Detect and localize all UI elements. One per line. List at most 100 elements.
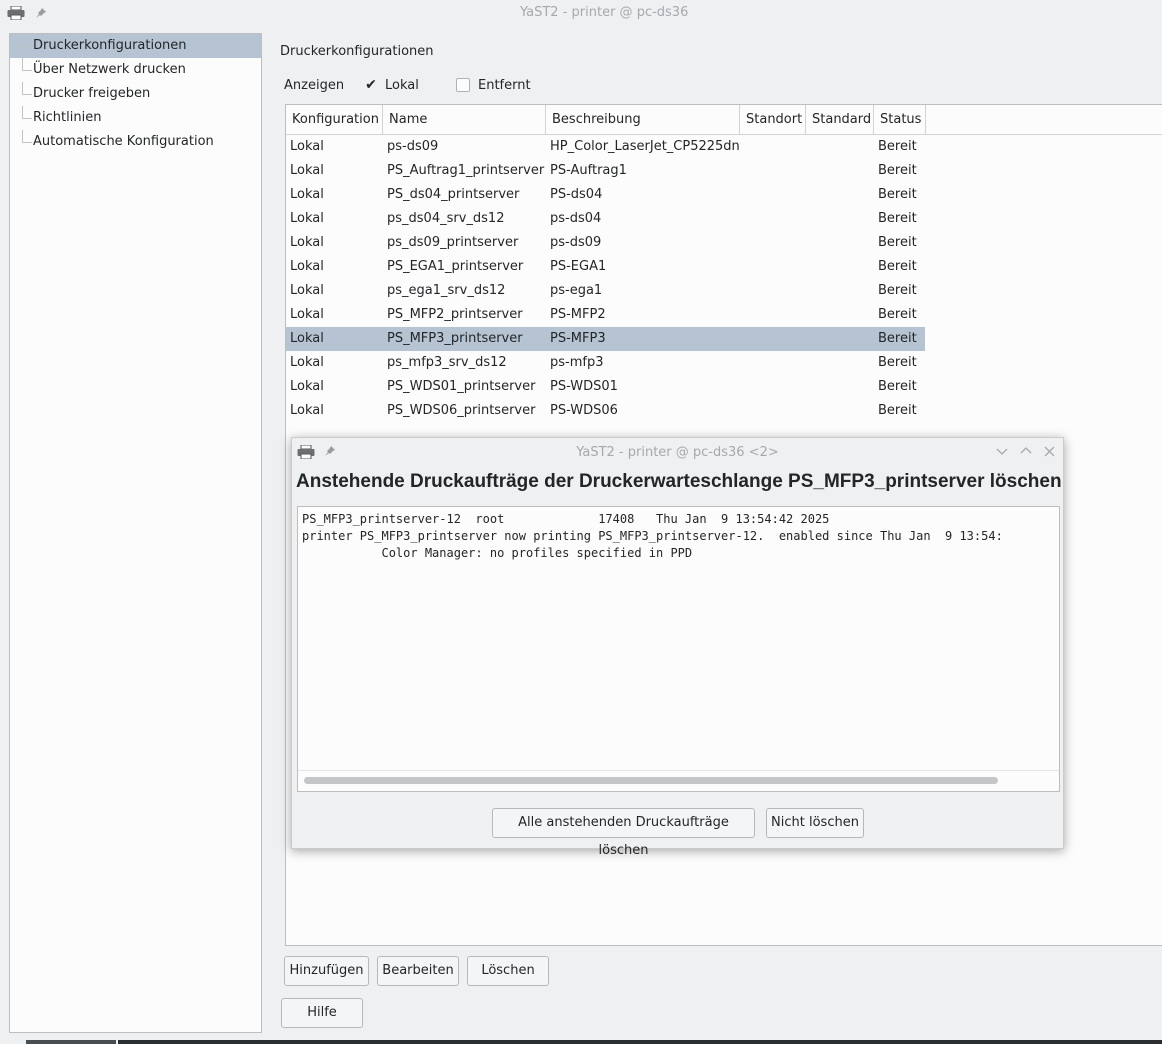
table-row[interactable]: Lokal ps_ds09_printserver ps-ds09 Bereit xyxy=(286,231,925,255)
delete-all-jobs-button[interactable]: Alle anstehenden Druckaufträge löschen xyxy=(492,808,755,858)
add-button[interactable]: Hinzufügen xyxy=(284,956,369,986)
cell-status: Bereit xyxy=(878,283,917,298)
tree-branch-line xyxy=(22,34,32,47)
column-header-status[interactable]: Status xyxy=(874,105,926,135)
cell-name: PS_WDS01_printserver xyxy=(387,379,536,394)
sidebar-item-richtlinien[interactable]: Richtlinien xyxy=(10,106,261,130)
cell-konfiguration: Lokal xyxy=(290,379,324,394)
cell-status: Bereit xyxy=(878,235,917,250)
cell-beschreibung: PS-Auftrag1 xyxy=(550,163,627,178)
sidebar-item-netzwerk-drucken[interactable]: Über Netzwerk drucken xyxy=(10,58,261,82)
cell-name: PS_WDS06_printserver xyxy=(387,403,536,418)
horizontal-scrollbar[interactable] xyxy=(298,770,1059,791)
table-row[interactable]: Lokal ps_ega1_srv_ds12 ps-ega1 Bereit xyxy=(286,279,925,303)
cell-konfiguration: Lokal xyxy=(290,211,324,226)
cell-konfiguration: Lokal xyxy=(290,235,324,250)
cell-beschreibung: ps-ds04 xyxy=(550,211,602,226)
tree-branch-line xyxy=(22,106,32,119)
cell-beschreibung: ps-ega1 xyxy=(550,283,603,298)
cell-beschreibung: PS-WDS06 xyxy=(550,403,618,418)
cell-name: PS_EGA1_printserver xyxy=(387,259,524,274)
help-button[interactable]: Hilfe xyxy=(281,998,363,1028)
table-row[interactable]: Lokal PS_MFP3_printserver PS-MFP3 Bereit xyxy=(286,327,925,351)
sidebar-item-druckerkonfigurationen[interactable]: Druckerkonfigurationen xyxy=(10,34,261,58)
cell-status: Bereit xyxy=(878,379,917,394)
table-row[interactable]: Lokal ps-ds09 HP_Color_LaserJet_CP5225dn Be… xyxy=(286,135,925,159)
cell-name: PS_MFP3_printserver xyxy=(387,331,523,346)
cell-konfiguration: Lokal xyxy=(290,331,324,346)
table-row[interactable]: Lokal PS_WDS01_printserver PS-WDS01 Bereit xyxy=(286,375,925,399)
log-line: Color Manager: no profiles specified in … xyxy=(302,546,693,560)
sidebar-tree[interactable]: Druckerkonfigurationen Über Netzwerk dru… xyxy=(9,33,262,1033)
filter-remote-label: Entfernt xyxy=(478,78,531,93)
cell-beschreibung: PS-WDS01 xyxy=(550,379,618,394)
sidebar-item-label: Über Netzwerk drucken xyxy=(33,62,186,77)
delete-button[interactable]: Löschen xyxy=(467,956,549,986)
cell-beschreibung: PS-EGA1 xyxy=(550,259,607,274)
cell-status: Bereit xyxy=(878,259,917,274)
cell-status: Bereit xyxy=(878,139,917,154)
cell-konfiguration: Lokal xyxy=(290,307,324,322)
table-row[interactable]: Lokal PS_ds04_printserver PS-ds04 Bereit xyxy=(286,183,925,207)
cell-beschreibung: PS-MFP2 xyxy=(550,307,606,322)
tree-branch-line xyxy=(22,58,32,71)
cell-konfiguration: Lokal xyxy=(290,187,324,202)
sidebar-item-automatische-konfiguration[interactable]: Automatische Konfiguration xyxy=(10,130,261,154)
filter-local-label: Lokal xyxy=(385,78,419,93)
window-title: YaST2 - printer @ pc-ds36 xyxy=(520,5,689,20)
cell-status: Bereit xyxy=(878,331,917,346)
cell-status: Bereit xyxy=(878,211,917,226)
sidebar-item-label: Automatische Konfiguration xyxy=(33,134,214,149)
cell-beschreibung: ps-mfp3 xyxy=(550,355,604,370)
table-row[interactable]: Lokal PS_MFP2_printserver PS-MFP2 Bereit xyxy=(286,303,925,327)
taskbar-fragment xyxy=(26,1040,116,1044)
table-row[interactable]: Lokal ps_ds04_srv_ds12 ps-ds04 Bereit xyxy=(286,207,925,231)
log-line: PS_MFP3_printserver-12 root 17408 Thu Ja… xyxy=(302,512,830,526)
delete-jobs-dialog[interactable]: YaST2 - printer @ pc-ds36 <2> Anstehende… xyxy=(291,437,1064,858)
column-header-filler xyxy=(926,105,1162,135)
table-row[interactable]: Lokal PS_WDS06_printserver PS-WDS06 Bereit xyxy=(286,399,925,423)
tree-branch-line xyxy=(22,130,32,143)
cell-status: Bereit xyxy=(878,403,917,418)
log-line: printer PS_MFP3_printserver now printing… xyxy=(302,529,1003,543)
cell-beschreibung: PS-MFP3 xyxy=(550,331,606,346)
close-icon[interactable] xyxy=(1044,446,1055,457)
cell-konfiguration: Lokal xyxy=(290,283,324,298)
window-titlebar: YaST2 - printer @ pc-ds36 xyxy=(0,0,1162,26)
minimize-icon[interactable] xyxy=(996,447,1008,457)
cell-status: Bereit xyxy=(878,163,917,178)
column-header-konfiguration[interactable]: Konfiguration xyxy=(286,105,383,135)
sidebar-item-label: Richtlinien xyxy=(33,110,102,125)
column-header-name[interactable]: Name xyxy=(383,105,546,135)
job-log-area[interactable]: PS_MFP3_printserver-12 root 17408 Thu Ja… xyxy=(297,506,1060,792)
cell-beschreibung: PS-ds04 xyxy=(550,187,603,202)
edit-button[interactable]: Bearbeiten xyxy=(377,956,459,986)
column-header-standard[interactable]: Standard xyxy=(806,105,874,135)
maximize-icon[interactable] xyxy=(1020,446,1032,456)
cell-status: Bereit xyxy=(878,187,917,202)
cell-beschreibung: HP_Color_LaserJet_CP5225dn xyxy=(550,139,740,154)
cell-name: PS_Auftrag1_printserver xyxy=(387,163,545,178)
cell-name: ps_ds04_srv_ds12 xyxy=(387,211,505,226)
column-header-standort[interactable]: Standort xyxy=(740,105,806,135)
table-row[interactable]: Lokal PS_EGA1_printserver PS-EGA1 Bereit xyxy=(286,255,925,279)
column-header-beschreibung[interactable]: Beschreibung xyxy=(546,105,740,135)
dont-delete-button[interactable]: Nicht löschen xyxy=(766,808,864,838)
cell-status: Bereit xyxy=(878,307,917,322)
sidebar-item-drucker-freigeben[interactable]: Drucker freigeben xyxy=(10,82,261,106)
cell-status: Bereit xyxy=(878,355,917,370)
table-row[interactable]: Lokal ps_mfp3_srv_ds12 ps-mfp3 Bereit xyxy=(286,351,925,375)
show-filter-label: Anzeigen xyxy=(284,78,345,93)
cell-konfiguration: Lokal xyxy=(290,403,324,418)
cell-name: ps_mfp3_srv_ds12 xyxy=(387,355,507,370)
tree-branch-line xyxy=(22,82,32,95)
scrollbar-thumb[interactable] xyxy=(304,777,998,784)
dialog-title: YaST2 - printer @ pc-ds36 <2> xyxy=(576,445,779,460)
table-row[interactable]: Lokal PS_Auftrag1_printserver PS-Auftrag1 B… xyxy=(286,159,925,183)
cell-name: ps_ds09_printserver xyxy=(387,235,519,250)
page-title: Druckerkonfigurationen xyxy=(280,44,434,59)
cell-name: ps_ega1_srv_ds12 xyxy=(387,283,506,298)
cell-konfiguration: Lokal xyxy=(290,259,324,274)
checkmark-icon: ✔ xyxy=(365,77,377,93)
cell-beschreibung: ps-ds09 xyxy=(550,235,602,250)
